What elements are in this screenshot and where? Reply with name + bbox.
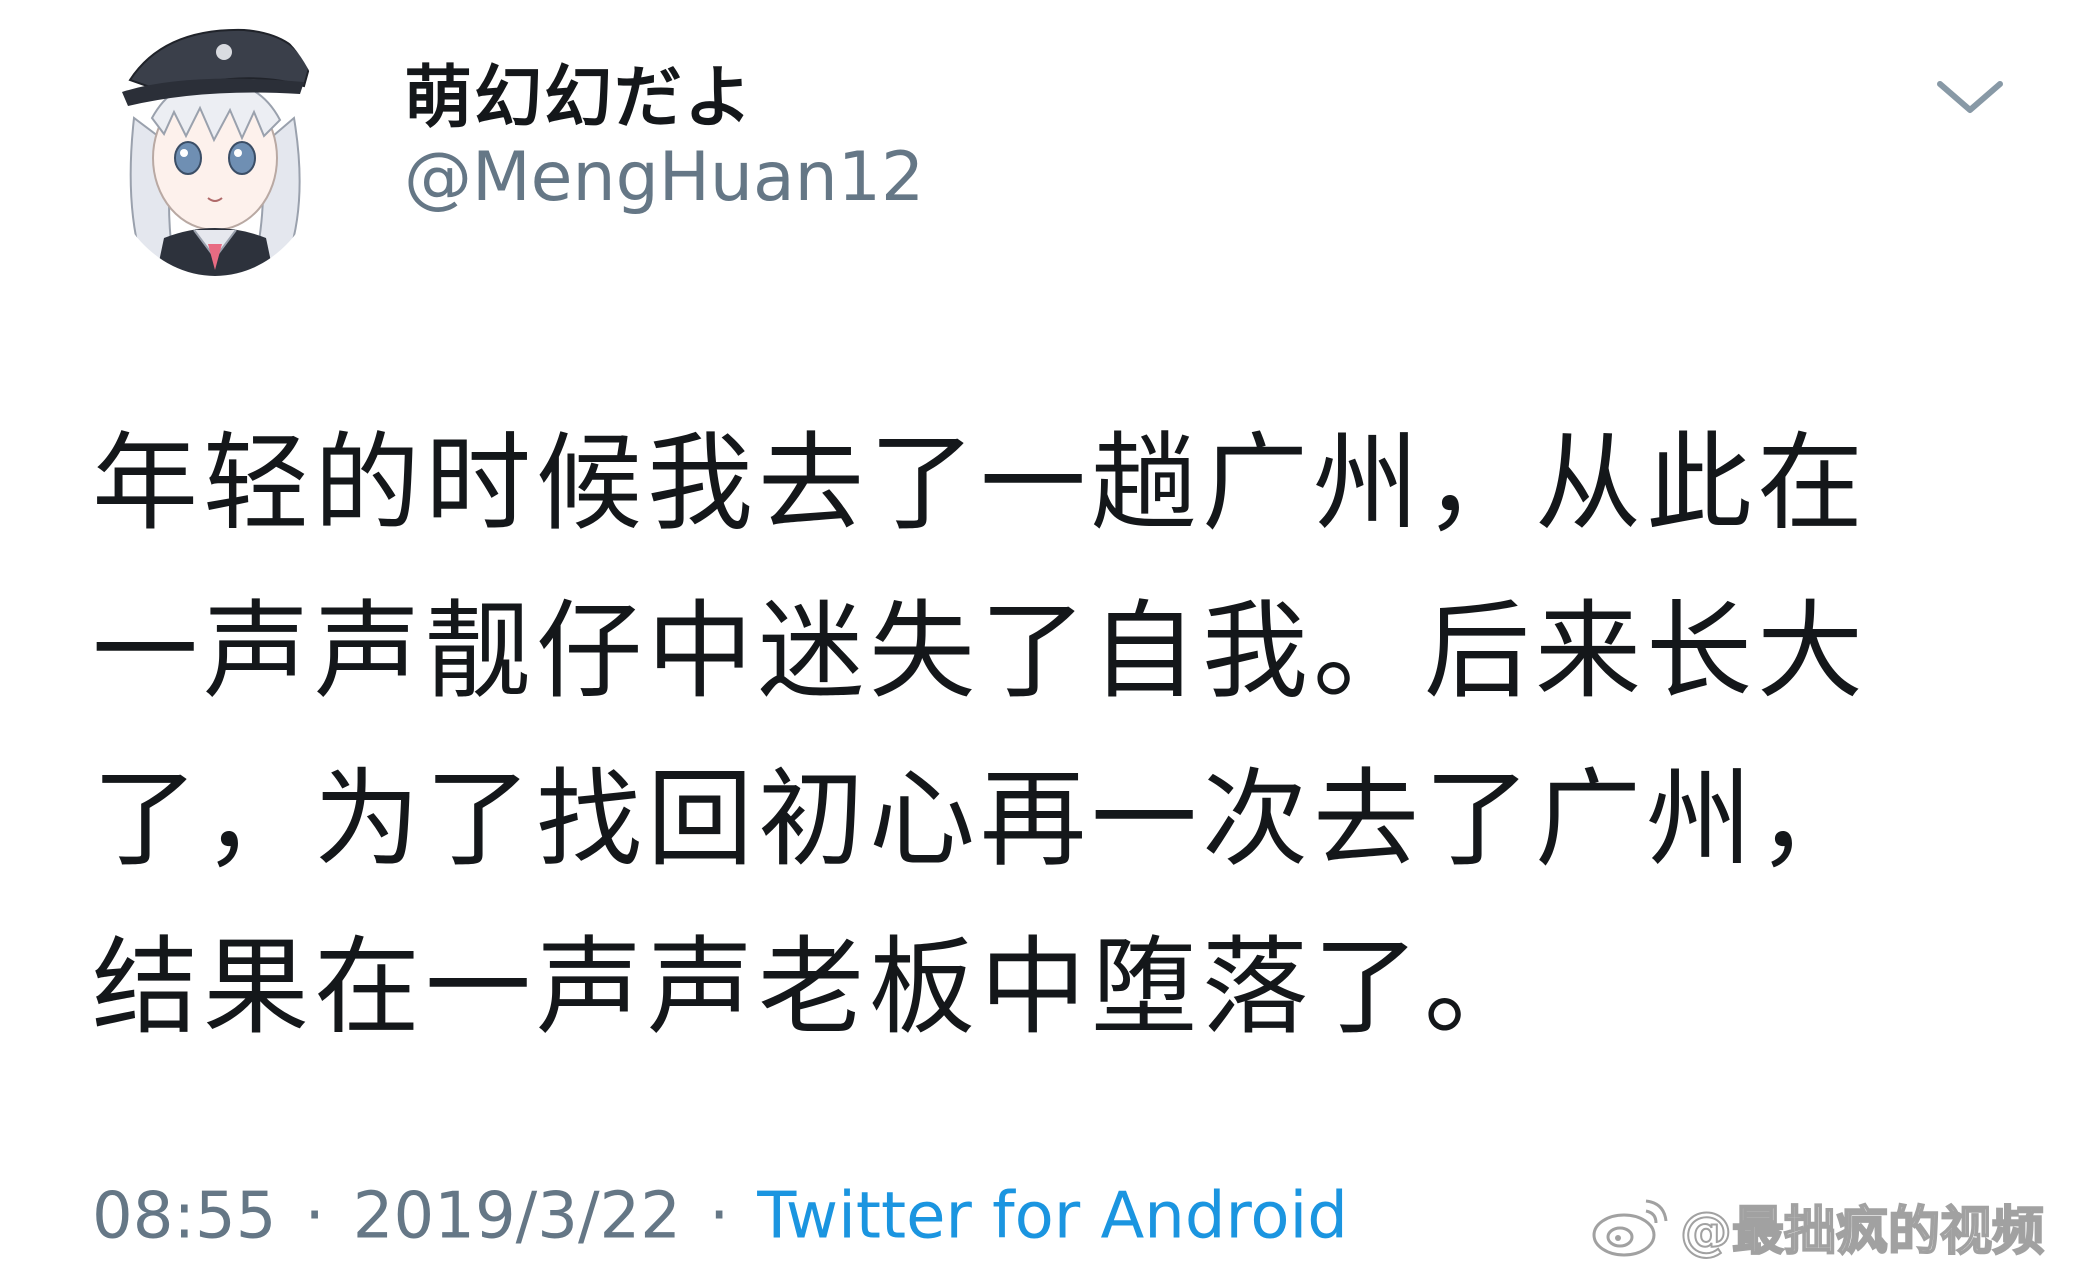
tweet-text-line: 了，为了找回初心再一次去了广州， xyxy=(92,758,1868,881)
tweet-text-line: 一声声靓仔中迷失了自我。后来长大 xyxy=(92,590,1868,713)
watermark-text: @最拙疯的视频 xyxy=(1679,1201,2045,1263)
weibo-logo-icon xyxy=(1590,1191,1672,1261)
avatar[interactable] xyxy=(104,8,326,276)
tweet-text-line: 结果在一声声老板中堕落了。 xyxy=(92,926,1535,1049)
meta-separator: · xyxy=(304,1179,325,1254)
tweet-text: 年轻的时候我去了一趟广州，从此在 一声声靓仔中迷失了自我。后来长大 了，为了找回… xyxy=(92,400,1972,1072)
tweet-date[interactable]: 2019/3/22 xyxy=(353,1179,681,1253)
tweet-text-line: 年轻的时候我去了一趟广州，从此在 xyxy=(92,422,1868,545)
tweet-time[interactable]: 08:55 xyxy=(92,1179,276,1253)
chevron-down-icon[interactable] xyxy=(1930,66,2010,126)
author-display-name[interactable]: 萌幻幻だよ xyxy=(404,42,754,141)
tweet-card: 萌幻幻だよ @MengHuan12 年轻的时候我去了一趟广州，从此在 一声声靓仔… xyxy=(0,0,2073,1280)
anime-avatar-icon xyxy=(104,8,326,276)
tweet-source-link[interactable]: Twitter for Android xyxy=(757,1179,1348,1253)
tweet-meta: 08:55 · 2019/3/22 · Twitter for Android xyxy=(92,1168,1348,1258)
meta-separator: · xyxy=(708,1179,730,1254)
author-handle[interactable]: @MengHuan12 xyxy=(404,138,924,217)
watermark: @最拙疯的视频 xyxy=(1590,1186,2045,1266)
